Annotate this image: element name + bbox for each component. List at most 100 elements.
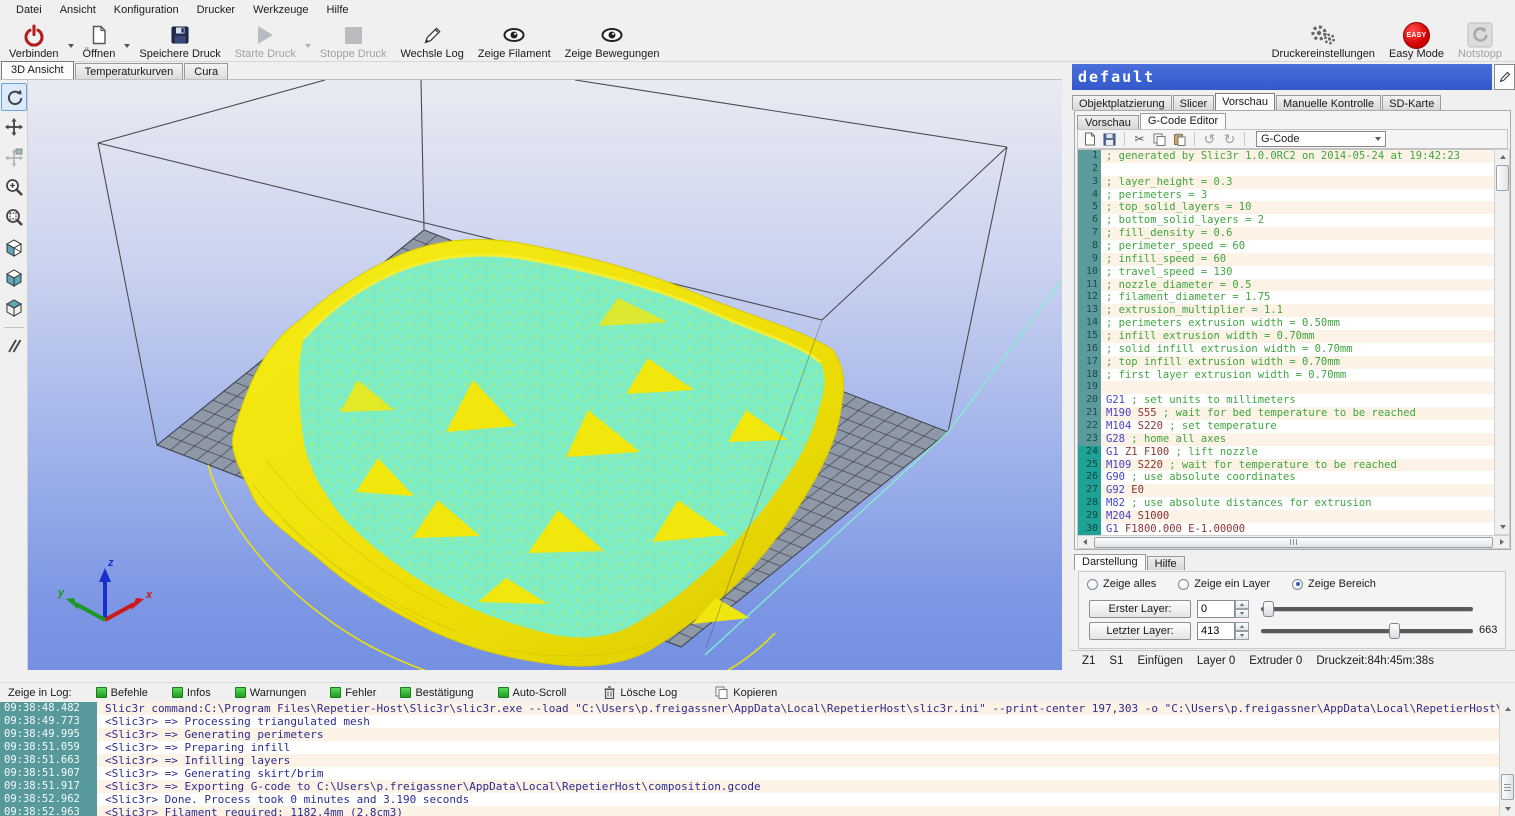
scroll-down-arrow[interactable]: [1495, 520, 1510, 534]
copy-icon[interactable]: [1152, 132, 1167, 147]
tab-manuelle-kontrolle[interactable]: Manuelle Kontrolle: [1276, 95, 1381, 110]
gcode-line[interactable]: 23G28 ; home all axes: [1078, 433, 1494, 446]
tab-slicer[interactable]: Slicer: [1173, 95, 1215, 110]
tab-hilfe[interactable]: Hilfe: [1147, 556, 1185, 570]
editor-hscroll-thumb[interactable]: [1094, 537, 1493, 548]
tab-3d-ansicht[interactable]: 3D Ansicht: [1, 61, 74, 79]
scroll-up-arrow[interactable]: [1500, 702, 1515, 716]
gcode-file-select[interactable]: G-Code: [1256, 131, 1386, 147]
last-layer-input[interactable]: [1197, 622, 1235, 640]
log-vertical-scrollbar[interactable]: [1499, 702, 1515, 816]
gcode-line[interactable]: 22M104 S220 ; set temperature: [1078, 420, 1494, 433]
toggle-bestaetigung[interactable]: Bestätigung: [400, 687, 473, 699]
gcode-line[interactable]: 3; layer_height = 0.3: [1078, 176, 1494, 189]
gcode-line[interactable]: 19: [1078, 381, 1494, 394]
emergency-stop-button[interactable]: Notstopp: [1451, 20, 1509, 61]
last-layer-spinner[interactable]: [1235, 622, 1249, 640]
radio-zeige-alles[interactable]: Zeige alles: [1087, 578, 1156, 590]
tab-darstellung[interactable]: Darstellung: [1074, 554, 1146, 570]
first-layer-slider[interactable]: [1261, 600, 1473, 618]
editor-vertical-scrollbar[interactable]: [1494, 149, 1510, 535]
gcode-line[interactable]: 8; perimeter_speed = 60: [1078, 240, 1494, 253]
connect-button[interactable]: Verbinden: [2, 20, 66, 61]
toggle-infos[interactable]: Infos: [172, 687, 211, 699]
toggle-befehle[interactable]: Befehle: [96, 687, 148, 699]
tab-cura[interactable]: Cura: [184, 63, 228, 79]
stop-print-button[interactable]: Stoppe Druck: [313, 20, 394, 61]
toggle-log-button[interactable]: Wechsle Log: [394, 20, 471, 61]
first-layer-spinner[interactable]: [1235, 600, 1249, 618]
gcode-line[interactable]: 30G1 F1800.000 E-1.00000: [1078, 523, 1494, 535]
menu-drucker[interactable]: Drucker: [189, 2, 244, 18]
radio-zeige-ein-layer[interactable]: Zeige ein Layer: [1178, 578, 1270, 590]
start-print-dropdown[interactable]: [303, 30, 313, 61]
gcode-line[interactable]: 17; top infill extrusion width = 0.70mm: [1078, 356, 1494, 369]
last-layer-slider[interactable]: [1261, 622, 1473, 640]
gcode-line[interactable]: 5; top_solid_layers = 10: [1078, 201, 1494, 214]
gcode-line[interactable]: 12; filament_diameter = 1.75: [1078, 291, 1494, 304]
fit-view-tool-button[interactable]: [1, 203, 27, 231]
editor-scroll-thumb[interactable]: [1496, 165, 1509, 191]
menu-ansicht[interactable]: Ansicht: [52, 2, 104, 18]
menu-hilfe[interactable]: Hilfe: [319, 2, 357, 18]
gcode-line[interactable]: 13; extrusion_multiplier = 1.1: [1078, 304, 1494, 317]
gcode-line[interactable]: 25M109 S220 ; wait for temperature to be…: [1078, 459, 1494, 472]
toggle-warnungen[interactable]: Warnungen: [235, 687, 306, 699]
gcode-line[interactable]: 21M190 S55 ; wait for bed temperature to…: [1078, 407, 1494, 420]
gcode-line[interactable]: 14; perimeters extrusion width = 0.50mm: [1078, 317, 1494, 330]
last-layer-button[interactable]: Letzter Layer:: [1089, 622, 1191, 640]
move-tool-button[interactable]: [1, 113, 27, 141]
open-button[interactable]: Öffnen: [76, 20, 123, 61]
tab-vorschau[interactable]: Vorschau: [1215, 93, 1275, 110]
gcode-line[interactable]: 7; fill_density = 0.6: [1078, 227, 1494, 240]
save-print-button[interactable]: Speichere Druck: [132, 20, 227, 61]
cut-icon[interactable]: ✂: [1132, 132, 1147, 147]
easy-mode-button[interactable]: EASY Easy Mode: [1382, 20, 1451, 61]
gcode-editor[interactable]: 1; generated by Slic3r 1.0.0RC2 on 2014-…: [1077, 149, 1494, 535]
save-file-icon[interactable]: [1102, 132, 1117, 147]
gcode-line[interactable]: 9; infill_speed = 60: [1078, 253, 1494, 266]
show-travel-button[interactable]: Zeige Bewegungen: [558, 20, 667, 61]
start-print-button[interactable]: Starte Druck: [228, 20, 303, 61]
slider-thumb[interactable]: [1389, 623, 1400, 639]
gcode-line[interactable]: 20G21 ; set units to millimeters: [1078, 394, 1494, 407]
tab-sd-karte[interactable]: SD-Karte: [1382, 95, 1441, 110]
scroll-down-arrow[interactable]: [1500, 802, 1515, 816]
tab-temperaturkurven[interactable]: Temperaturkurven: [75, 63, 184, 79]
top-view-button[interactable]: [1, 293, 27, 321]
move-object-tool-button[interactable]: [1, 143, 27, 171]
gcode-line[interactable]: 1; generated by Slic3r 1.0.0RC2 on 2014-…: [1078, 150, 1494, 163]
gcode-line[interactable]: 2: [1078, 163, 1494, 176]
redo-icon[interactable]: ↻: [1222, 132, 1237, 147]
show-filament-button[interactable]: Zeige Filament: [471, 20, 558, 61]
gcode-line[interactable]: 11; nozzle_diameter = 0.5: [1078, 279, 1494, 292]
gcode-line[interactable]: 16; solid infill extrusion width = 0.70m…: [1078, 343, 1494, 356]
scroll-right-arrow[interactable]: [1495, 536, 1509, 548]
isometric-view-button[interactable]: [1, 233, 27, 261]
toggle-auto-scroll[interactable]: Auto-Scroll: [498, 687, 567, 699]
menu-datei[interactable]: Datei: [8, 2, 50, 18]
subtab-vorschau[interactable]: Vorschau: [1077, 115, 1139, 129]
undo-icon[interactable]: ↺: [1202, 132, 1217, 147]
tab-objektplatzierung[interactable]: Objektplatzierung: [1072, 95, 1172, 110]
first-layer-input[interactable]: [1197, 600, 1235, 618]
gcode-line[interactable]: 10; travel_speed = 130: [1078, 266, 1494, 279]
printer-settings-button[interactable]: Druckereinstellungen: [1265, 20, 1382, 61]
menu-werkzeuge[interactable]: Werkzeuge: [245, 2, 316, 18]
gcode-line[interactable]: 18; first layer extrusion width = 0.70mm: [1078, 369, 1494, 382]
gcode-line[interactable]: 6; bottom_solid_layers = 2: [1078, 214, 1494, 227]
gcode-line[interactable]: 29M204 S1000: [1078, 510, 1494, 523]
paste-icon[interactable]: [1172, 132, 1187, 147]
clear-log-button[interactable]: Lösche Log: [604, 686, 677, 699]
connect-dropdown[interactable]: [66, 30, 76, 61]
panel-splitter[interactable]: [1062, 62, 1070, 670]
gcode-line[interactable]: 15; infill extrusion width = 0.70mm: [1078, 330, 1494, 343]
rotate-tool-button[interactable]: [1, 83, 27, 111]
edit-printer-button[interactable]: [1494, 64, 1515, 90]
gcode-line[interactable]: 28M82 ; use absolute distances for extru…: [1078, 497, 1494, 510]
gcode-line[interactable]: 24G1 Z1 F100 ; lift nozzle: [1078, 446, 1494, 459]
copy-log-button[interactable]: Kopieren: [715, 686, 777, 699]
log-output[interactable]: 09:38:48.482Slic3r command:C:\Program Fi…: [0, 702, 1515, 816]
gcode-line[interactable]: 26G90 ; use absolute coordinates: [1078, 471, 1494, 484]
zoom-tool-button[interactable]: [1, 173, 27, 201]
